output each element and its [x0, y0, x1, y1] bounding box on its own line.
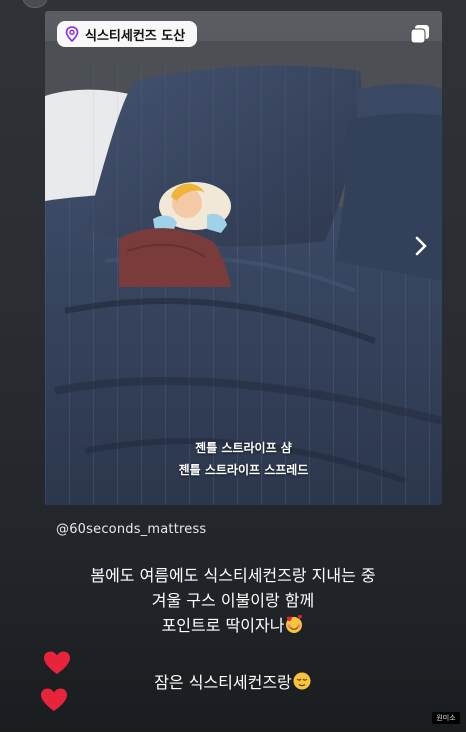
- story-text-line-1: 봄에도 여름에도 식스티세컨즈랑 지내는 중: [90, 566, 376, 585]
- product-caption-2: 젠틀 스트라이프 스프레드: [178, 463, 309, 477]
- bedding-photo: [45, 11, 442, 505]
- story-text-line-3-text: 포인트로 딱이자나: [161, 616, 285, 635]
- watermark-badge: 원미소: [432, 712, 460, 724]
- story-text-line-2: 겨울 구스 이불이랑 함께: [151, 591, 315, 610]
- multiple-photos-icon: [410, 25, 429, 44]
- smiling-face-with-hearts-emoji: [286, 614, 303, 633]
- heart-icon: [44, 651, 70, 674]
- story-text-line-3: 포인트로 딱이자나: [0, 613, 466, 638]
- location-pin-icon: [65, 26, 79, 42]
- product-caption-1: 젠틀 스트라이프 샴: [195, 441, 292, 455]
- location-tag[interactable]: 식스티세컨즈 도산: [57, 21, 198, 47]
- relieved-face-emoji: [293, 672, 311, 690]
- mention-link[interactable]: @60seconds_mattress: [56, 522, 206, 537]
- profile-avatar-partial[interactable]: [22, 0, 48, 8]
- story-photo[interactable]: 식스티세컨즈 도산 젠틀 스트라이프 샴 젠틀 스트라이프 스프레드: [45, 11, 442, 505]
- story-text-line-4-text: 잠은 식스티세컨즈랑: [154, 673, 292, 692]
- location-label: 식스티세컨즈 도산: [85, 28, 186, 44]
- chevron-right-icon[interactable]: [412, 235, 430, 257]
- heart-icon: [41, 688, 67, 711]
